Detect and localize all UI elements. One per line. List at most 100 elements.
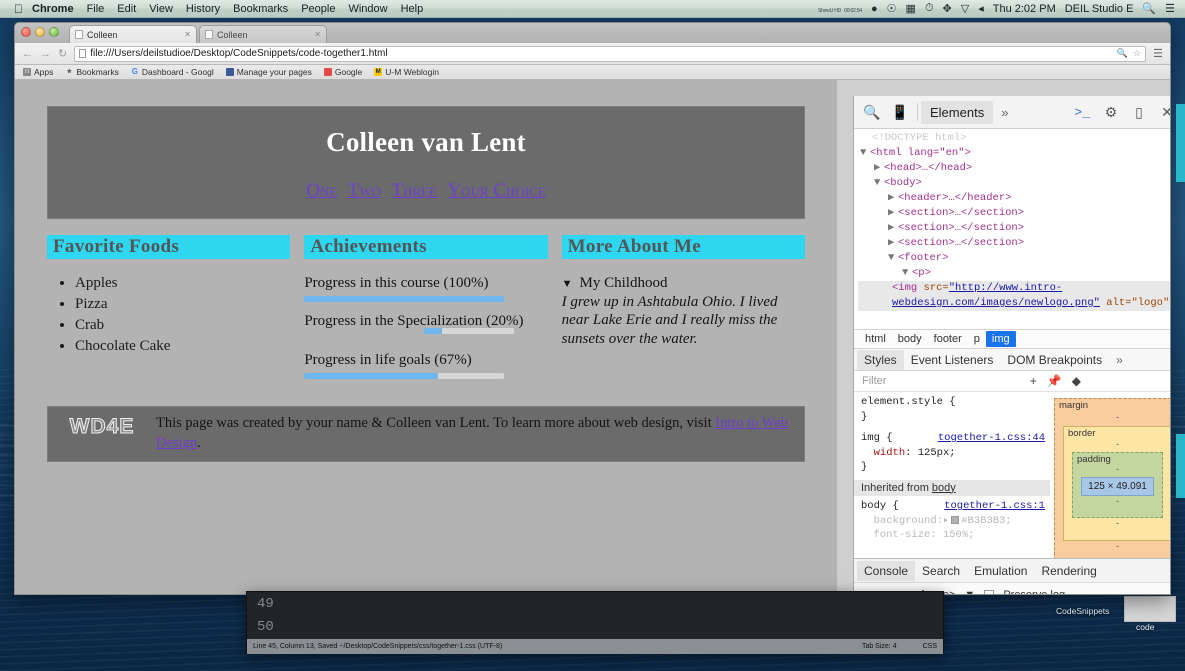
editor-language[interactable]: CSS — [923, 643, 937, 650]
details-my-childhood[interactable]: ▼ My Childhood I grew up in Ashtabula Oh… — [562, 275, 805, 348]
margin-top-value[interactable]: - — [1116, 412, 1119, 422]
border-bottom-value[interactable]: - — [1072, 518, 1163, 528]
notification-center-icon[interactable]: ☰ — [1165, 2, 1175, 15]
plus-icon[interactable]: + — [1030, 374, 1037, 388]
menu-item-edit[interactable]: Edit — [117, 3, 136, 15]
element-state-icon[interactable]: ◆ — [1072, 374, 1081, 388]
menu-item-view[interactable]: View — [149, 3, 173, 15]
pin-icon[interactable]: 📌 — [1047, 374, 1062, 388]
styles-filter-input[interactable]: Filter — [862, 375, 886, 387]
nav-link-three[interactable]: Three — [391, 180, 437, 201]
menu-clock[interactable]: Thu 2:02 PM — [993, 3, 1056, 15]
dom-node-html[interactable]: ▼<html lang="en"> — [858, 146, 1171, 161]
close-icon[interactable]: ✕ — [1153, 104, 1171, 121]
disclosure-triangle-icon[interactable]: ▼ — [562, 278, 573, 290]
menu-item-window[interactable]: Window — [348, 3, 387, 15]
menu-item-people[interactable]: People — [301, 3, 335, 15]
css-rules-list[interactable]: element.style { } together-1.css:44 img … — [854, 392, 1050, 558]
bookmark-google[interactable]: Google — [324, 67, 362, 77]
tab-styles[interactable]: Styles — [857, 350, 904, 370]
rule-img[interactable]: together-1.css:44 img { width: 125px; } — [861, 431, 1045, 475]
expand-arrow-icon[interactable]: ▼ — [860, 146, 870, 161]
rule-body[interactable]: together-1.css:1 body { background:▸#B3B… — [861, 499, 1045, 543]
menu-item-history[interactable]: History — [186, 3, 220, 15]
breadcrumb-img[interactable]: img — [986, 331, 1016, 347]
dom-node-body[interactable]: ▼<body> — [858, 176, 1171, 191]
more-style-tabs-icon[interactable]: » — [1109, 350, 1130, 370]
bookmark-apps[interactable]: ∷ Apps — [23, 67, 53, 77]
dom-node-section-2[interactable]: ▶<section>…</section> — [858, 221, 1171, 236]
declaration-font-size[interactable]: font-size: 150%; — [861, 528, 1045, 543]
breadcrumb-html[interactable]: html — [859, 331, 892, 347]
border-top-value[interactable]: - — [1116, 439, 1119, 449]
bookmark-bookmarks[interactable]: ★ Bookmarks — [65, 67, 119, 77]
dropbox-icon[interactable]: ● — [871, 3, 878, 15]
padding-bottom-value[interactable]: - — [1081, 496, 1154, 506]
expand-arrow-icon[interactable]: ▼ — [874, 176, 884, 191]
color-swatch[interactable] — [951, 516, 959, 524]
timemachine-icon[interactable]: ⏱ — [925, 2, 934, 15]
dom-node-section-3[interactable]: ▶<section>…</section> — [858, 236, 1171, 251]
menu-item-help[interactable]: Help — [401, 3, 424, 15]
close-window-button[interactable] — [21, 27, 31, 37]
more-panels-icon[interactable]: » — [993, 105, 1016, 120]
spotlight-search-icon[interactable]: 🔍 — [1142, 2, 1156, 15]
airplay-icon[interactable]: ▦ — [906, 2, 916, 15]
menu-item-chrome[interactable]: Chrome — [32, 3, 74, 15]
nav-link-two[interactable]: Two — [348, 180, 381, 201]
expand-arrow-icon[interactable]: ▶ — [874, 161, 884, 176]
box-model-padding[interactable]: padding - 125 × 49.091 - — [1072, 452, 1163, 518]
bookmark-dashboard[interactable]: G Dashboard - Googl — [131, 67, 214, 77]
padding-top-value[interactable]: - — [1116, 464, 1119, 474]
inspect-search-icon[interactable]: 🔍 — [858, 104, 886, 121]
back-button[interactable]: ← — [22, 48, 33, 60]
console-drawer-icon[interactable]: >_ — [1067, 105, 1097, 120]
tab-event-listeners[interactable]: Event Listeners — [904, 350, 1001, 370]
dom-node-section-1[interactable]: ▶<section>…</section> — [858, 206, 1171, 221]
bookmark-umich-weblogin[interactable]: M U-M Weblogin — [374, 67, 439, 77]
expand-arrow-icon[interactable]: ▼ — [902, 266, 912, 281]
forward-button[interactable]: → — [40, 48, 51, 60]
volume-icon[interactable]: ◂ — [978, 2, 984, 15]
rule-element-style[interactable]: element.style { } — [861, 395, 1045, 424]
desktop-icon-label-code[interactable]: code — [1136, 622, 1154, 632]
page-info-icon[interactable] — [79, 49, 86, 58]
window-traffic-lights[interactable] — [21, 27, 59, 37]
tab-elements[interactable]: Elements — [921, 101, 993, 124]
details-summary[interactable]: ▼ My Childhood — [562, 275, 805, 292]
drawer-tab-emulation[interactable]: Emulation — [967, 561, 1034, 581]
menu-item-file[interactable]: File — [87, 3, 105, 15]
inherited-source-element[interactable]: body — [932, 482, 956, 494]
tab-close-icon[interactable]: ✕ — [184, 30, 191, 39]
box-model-margin[interactable]: margin - border - padding - 125 × 49.091… — [1054, 398, 1171, 558]
apple-logo-icon[interactable]:  — [14, 3, 23, 15]
dom-node-header[interactable]: ▶<header>…</header> — [858, 191, 1171, 206]
rule-source-link[interactable]: together-1.css:1 — [944, 499, 1045, 514]
box-model-content-size[interactable]: 125 × 49.091 — [1081, 477, 1154, 496]
bluetooth-icon[interactable]: ✥ — [943, 2, 952, 15]
dom-node-img-selected[interactable]: <img src="http://www.intro-webdesign.com… — [858, 281, 1171, 311]
expand-arrow-icon[interactable]: ▶ — [888, 191, 898, 206]
tab-dom-breakpoints[interactable]: DOM Breakpoints — [1000, 350, 1109, 370]
browser-tab-2[interactable]: Colleen ✕ — [199, 25, 327, 43]
box-model-border[interactable]: border - padding - 125 × 49.091 - - — [1063, 426, 1171, 541]
breadcrumb-body[interactable]: body — [892, 331, 928, 347]
rule-source-link[interactable]: together-1.css:44 — [938, 431, 1045, 446]
zoom-window-button[interactable] — [49, 27, 59, 37]
gear-icon[interactable]: ⚙ — [1097, 104, 1125, 121]
tab-close-icon[interactable]: ✕ — [314, 30, 321, 39]
box-model-diagram[interactable]: margin - border - padding - 125 × 49.091… — [1050, 392, 1171, 558]
expand-arrow-icon[interactable]: ▼ — [888, 251, 898, 266]
declaration-width[interactable]: width: 125px; — [861, 446, 1045, 461]
desktop-icon-label-codesnippets[interactable]: CodeSnippets — [1056, 606, 1109, 616]
expand-arrow-icon[interactable]: ▶ — [888, 221, 898, 236]
zoom-icon[interactable]: 🔍 — [1117, 48, 1128, 59]
margin-bottom-value[interactable]: - — [1063, 541, 1171, 551]
chevron-down-icon[interactable]: ▼ — [964, 589, 975, 595]
device-toolbar-icon[interactable]: 📱 — [886, 104, 914, 121]
editor-tab-size[interactable]: Tab Size: 4 — [862, 643, 897, 650]
dom-node-footer[interactable]: ▼<footer> — [858, 251, 1171, 266]
browser-tab-1[interactable]: Colleen ✕ — [69, 25, 197, 43]
bookmark-manage-pages[interactable]: Manage your pages — [226, 67, 312, 77]
menu-item-bookmarks[interactable]: Bookmarks — [233, 3, 288, 15]
